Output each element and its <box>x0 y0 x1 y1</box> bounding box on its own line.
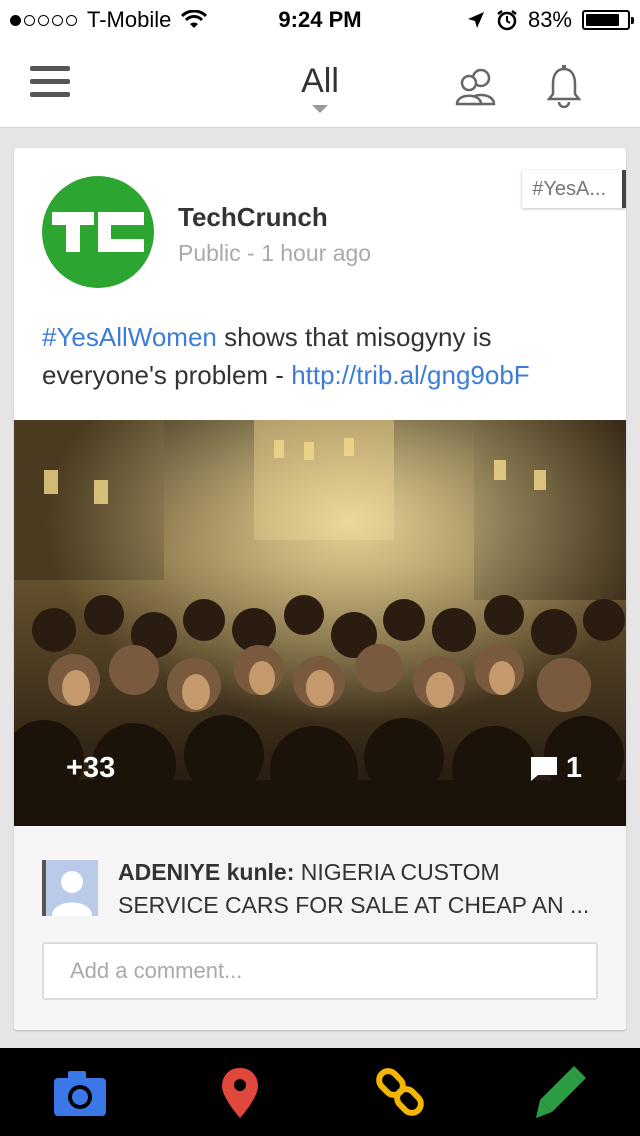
hashtag-chip[interactable]: #YesA... <box>522 170 626 208</box>
location-arrow-icon <box>467 12 484 28</box>
comments-section: ADENIYE kunle: NIGERIA CUSTOM SERVICE CA… <box>14 826 626 1030</box>
link-icon[interactable] <box>372 1066 428 1120</box>
alarm-icon <box>497 10 517 31</box>
status-bar: T-Mobile 9:24 PM 83% <box>0 0 640 40</box>
battery-percent: 83% <box>527 7 572 32</box>
battery-icon <box>582 10 634 30</box>
pencil-write-icon[interactable] <box>532 1066 588 1120</box>
app-header: All <box>0 40 640 128</box>
status-right: 83% <box>466 7 634 33</box>
techcrunch-logo <box>52 212 144 252</box>
plus-one-count[interactable]: +33 <box>66 752 115 785</box>
post-url-link[interactable]: http://trib.al/gng9obF <box>291 360 529 390</box>
menu-icon <box>30 66 70 71</box>
dropdown-caret-icon <box>312 105 328 113</box>
hashtag-link[interactable]: #YesAllWomen <box>42 322 217 352</box>
stream-label: All <box>301 62 339 100</box>
comment-author[interactable]: ADENIYE kunle: <box>118 859 294 885</box>
comment-count-button[interactable]: 1 <box>530 752 582 785</box>
bottom-toolbar <box>0 1048 640 1136</box>
location-pin-icon[interactable] <box>212 1066 268 1120</box>
add-comment-input[interactable] <box>42 942 598 1000</box>
commenter-avatar[interactable] <box>42 860 98 916</box>
menu-button[interactable] <box>30 66 74 102</box>
comment-count: 1 <box>565 752 582 784</box>
notifications-bell-icon[interactable] <box>544 64 584 108</box>
author-name[interactable]: TechCrunch <box>178 202 328 233</box>
comment-text: ADENIYE kunle: NIGERIA CUSTOM SERVICE CA… <box>118 856 598 922</box>
author-avatar[interactable] <box>42 176 154 288</box>
post-meta: Public - 1 hour ago <box>178 240 372 266</box>
camera-icon[interactable] <box>52 1066 108 1120</box>
post-card: #YesA... TechCrunch Public - 1 hour ago … <box>14 148 626 1030</box>
stream-selector[interactable]: All <box>270 62 370 113</box>
post-text: #YesAllWomen shows that misogyny is ever… <box>42 318 602 394</box>
default-user-icon <box>46 860 98 916</box>
comment-bubble-icon <box>530 756 557 781</box>
circles-icon[interactable] <box>454 64 498 108</box>
